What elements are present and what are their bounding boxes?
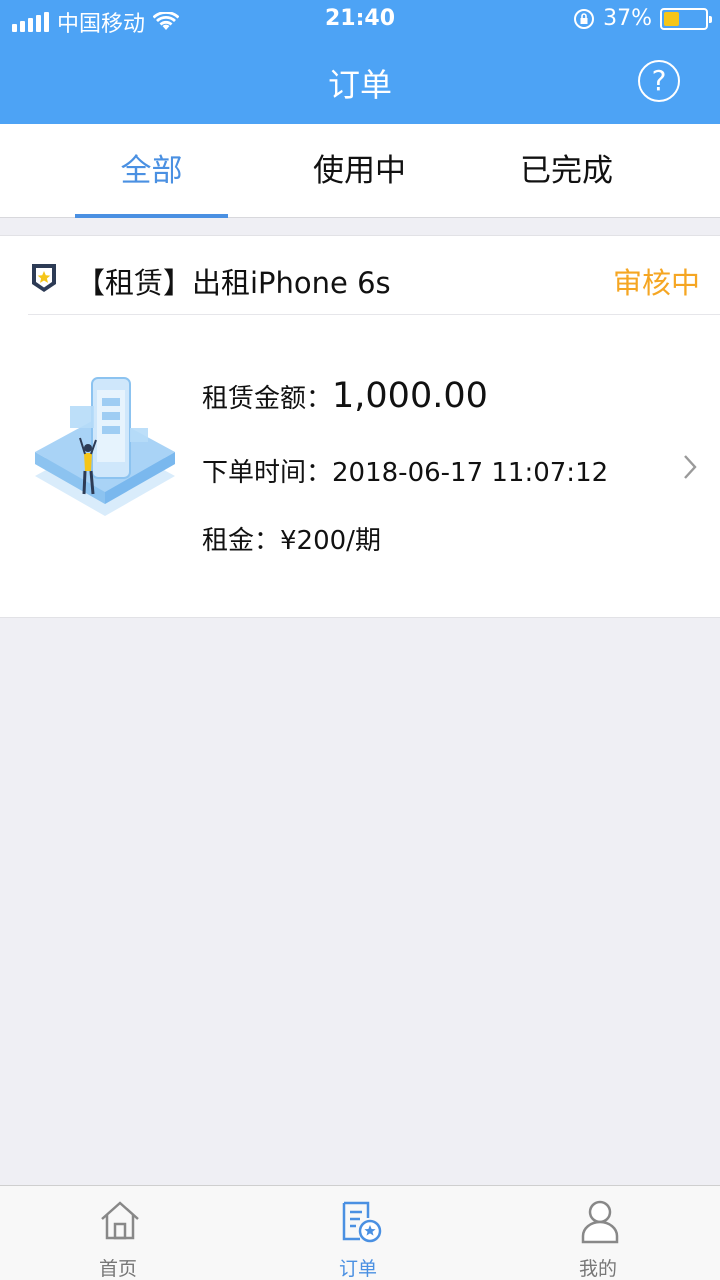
rent-value: ¥200/期 bbox=[280, 526, 381, 556]
order-time-value: 2018-06-17 11:07:12 bbox=[332, 458, 609, 488]
rental-amount-row: 租赁金额：1,000.00 bbox=[202, 376, 488, 416]
page-title: 订单 bbox=[327, 66, 392, 104]
order-time-row: 下单时间：2018-06-17 11:07:12 bbox=[202, 452, 608, 489]
rental-amount-label: 租赁金额： bbox=[202, 384, 333, 414]
battery-percent: 37% bbox=[603, 6, 652, 31]
battery-icon bbox=[660, 7, 712, 30]
tabbar-item-profile[interactable]: 我的 bbox=[538, 1186, 658, 1280]
tabbar-label-orders: 订单 bbox=[338, 1258, 377, 1280]
help-button[interactable]: ? bbox=[638, 60, 680, 102]
profile-icon bbox=[581, 1200, 619, 1244]
tabbar-label-home: 首页 bbox=[98, 1258, 137, 1280]
status-bar-right: 37% bbox=[573, 6, 712, 31]
tab-in-use[interactable]: 使用中 bbox=[283, 124, 436, 218]
rent-row: 租金：¥200/期 bbox=[202, 520, 381, 557]
orientation-lock-icon bbox=[574, 8, 595, 29]
order-filter-tabs: 全部 使用中 已完成 bbox=[0, 124, 720, 218]
tabbar-label-profile: 我的 bbox=[578, 1258, 617, 1280]
home-icon bbox=[101, 1201, 139, 1240]
rental-amount-value: 1,000.00 bbox=[332, 376, 488, 416]
tab-all[interactable]: 全部 bbox=[75, 124, 228, 218]
battery-level bbox=[664, 11, 679, 26]
order-card-header: 【租赁】出租iPhone 6s 审核中 bbox=[28, 236, 720, 315]
shield-badge-icon bbox=[32, 264, 56, 292]
status-bar: 中国移动 21:40 37% bbox=[0, 0, 720, 40]
tabbar-item-orders[interactable]: 订单 bbox=[298, 1186, 418, 1280]
phone-rental-illustration bbox=[35, 377, 175, 516]
order-title: 【租赁】出租iPhone 6s bbox=[76, 266, 391, 300]
tabbar-item-home[interactable]: 首页 bbox=[58, 1186, 178, 1280]
rent-label: 租金： bbox=[202, 526, 281, 556]
bottom-tab-bar: 首页 订单 我的 bbox=[0, 1185, 720, 1280]
active-tab-indicator bbox=[75, 214, 228, 218]
navigation-bar: 订单 ? bbox=[0, 40, 720, 124]
chevron-right-icon[interactable] bbox=[682, 453, 698, 481]
tab-completed[interactable]: 已完成 bbox=[490, 124, 643, 218]
order-status-badge: 审核中 bbox=[612, 266, 700, 300]
order-card[interactable]: 【租赁】出租iPhone 6s 审核中 租赁金额：1,000.00 下单时间：2… bbox=[0, 235, 720, 618]
order-icon bbox=[342, 1201, 382, 1243]
order-time-label: 下单时间： bbox=[202, 458, 333, 488]
